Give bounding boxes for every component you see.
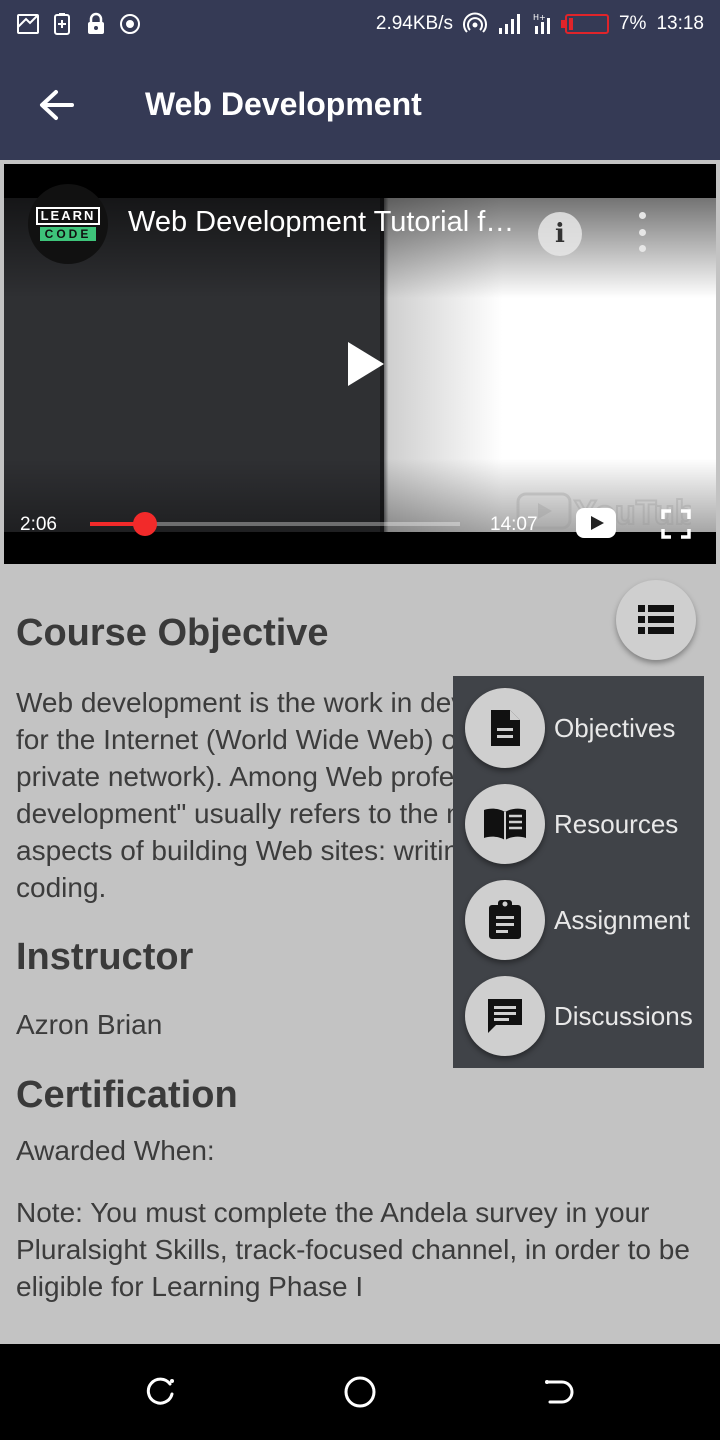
info-icon: i <box>555 219 565 249</box>
target-icon <box>120 14 140 34</box>
progress-scrubber[interactable] <box>133 512 157 536</box>
more-dot-icon <box>638 228 646 236</box>
awarded-when: Awarded When: <box>16 1135 215 1166</box>
fab-label-objectives: Objectives <box>554 712 676 743</box>
youtube-icon[interactable] <box>576 508 616 538</box>
clock: 13:18 <box>656 13 704 34</box>
recents-icon[interactable] <box>142 1374 178 1410</box>
assignment-button[interactable] <box>465 880 545 960</box>
fullscreen-icon[interactable] <box>660 508 692 540</box>
fab-label-assignment: Assignment <box>554 904 690 935</box>
fab-item-resources[interactable]: Resources <box>465 784 704 864</box>
objectives-button[interactable] <box>465 688 545 768</box>
system-nav-bar <box>0 1344 720 1440</box>
signal-h-icon: H+ <box>533 13 550 34</box>
clipboard-icon <box>489 900 521 939</box>
more-dot-icon <box>638 212 646 219</box>
status-bar: 2.94KB/s H+ 7% 13:18 <box>0 0 720 50</box>
more-options-button[interactable] <box>630 212 654 252</box>
fab-label-discussions: Discussions <box>554 1000 693 1031</box>
info-button[interactable]: i <box>538 212 582 256</box>
battery-saver-icon <box>54 13 70 35</box>
hotspot-icon <box>462 12 487 33</box>
network-speed: 2.94KB/s <box>375 13 453 34</box>
resources-button[interactable] <box>465 784 545 864</box>
document-icon <box>491 710 520 746</box>
fab-menu: Objectives Resources Assignment Discussi… <box>453 676 704 1068</box>
fab-item-assignment[interactable]: Assignment <box>465 880 704 960</box>
video-title[interactable]: Web Development Tutorial f… <box>128 206 514 239</box>
certification-heading: Certification <box>16 1074 238 1116</box>
home-icon[interactable] <box>342 1374 378 1410</box>
cast-icon <box>17 14 39 34</box>
instructor-heading: Instructor <box>16 936 194 978</box>
battery-icon <box>560 14 609 34</box>
certification-note: Note: You must complete the Andela surve… <box>16 1197 690 1302</box>
video-player[interactable]: LEARN CODE Web Development Tutorial f… i… <box>4 164 716 564</box>
back-icon[interactable] <box>542 1374 578 1410</box>
chat-icon <box>488 999 522 1033</box>
discussions-button[interactable] <box>465 976 545 1056</box>
arrow-back-icon <box>40 90 74 120</box>
list-icon <box>638 605 674 634</box>
more-dot-icon <box>638 245 646 252</box>
menu-toggle-button[interactable] <box>616 580 696 660</box>
channel-logo-line2: CODE <box>39 227 97 241</box>
status-icons-left <box>16 12 142 36</box>
duration: 14:07 <box>490 514 538 535</box>
objective-heading: Course Objective <box>16 612 329 654</box>
fab-label-resources: Resources <box>554 808 679 839</box>
fab-item-discussions[interactable]: Discussions <box>465 976 704 1056</box>
back-button[interactable] <box>30 82 82 128</box>
svg-text:H+: H+ <box>533 13 546 22</box>
app-bar: Web Development <box>0 50 720 160</box>
book-icon <box>484 808 526 840</box>
lock-icon <box>88 12 104 34</box>
signal-icon <box>498 14 520 34</box>
play-button[interactable] <box>340 340 388 388</box>
channel-logo-line1: LEARN <box>35 207 101 225</box>
status-icons-right: 2.94KB/s H+ 7% 13:18 <box>376 12 704 36</box>
current-time: 2:06 <box>20 514 57 535</box>
fab-item-objectives[interactable]: Objectives <box>465 688 704 768</box>
channel-logo[interactable]: LEARN CODE <box>28 184 108 264</box>
page-title: Web Development <box>145 86 422 122</box>
battery-percent: 7% <box>618 13 647 34</box>
